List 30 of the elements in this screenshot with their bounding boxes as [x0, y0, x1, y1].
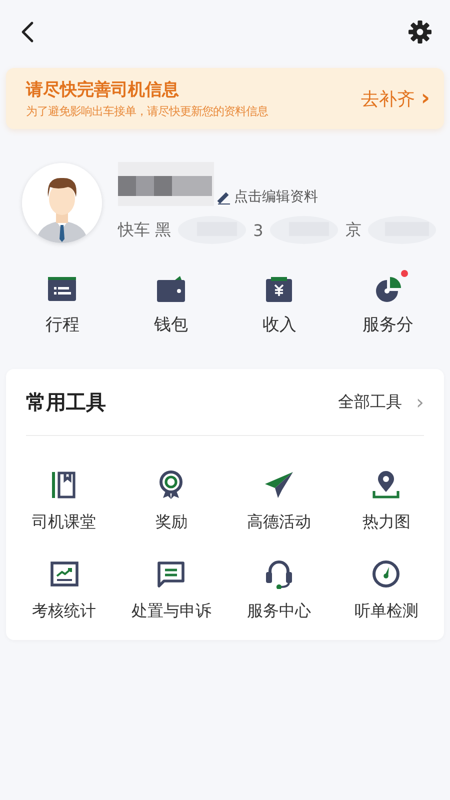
headset-icon [264, 559, 294, 589]
gauge-icon [371, 559, 402, 589]
edit-profile-link[interactable]: 点击编辑资料 [216, 188, 318, 206]
tool-button[interactable]: 热力图 [332, 470, 440, 533]
paper-plane-icon [264, 470, 294, 500]
tool-button[interactable]: 奖励 [118, 470, 225, 533]
tool-button[interactable]: 听单检测 [332, 559, 440, 622]
shortcut-button[interactable]: 服务分 [356, 269, 420, 336]
tool-button[interactable]: 考核统计 [10, 559, 118, 622]
all-tools-link[interactable]: 全部工具 › [338, 390, 424, 414]
banner-subtitle: 为了避免影响出车接单，请尽快更新您的资料信息 [26, 104, 269, 119]
back-icon[interactable] [20, 21, 36, 43]
map-pin-icon [371, 470, 402, 500]
shortcut-button[interactable]: 钱包 [148, 269, 194, 336]
section-title: 常用工具 [26, 388, 106, 416]
vehicle-info-text: 3 [253, 220, 264, 240]
chart-icon [48, 559, 79, 589]
tool-button[interactable]: 处置与申诉 [118, 559, 225, 622]
tool-button[interactable]: 司机课堂 [10, 470, 118, 533]
vehicle-info-text: 快车 黑 [118, 220, 172, 240]
wallet-icon [154, 275, 187, 305]
shortcut-button[interactable]: 收入 [256, 269, 302, 336]
vehicle-info-text: 京 [345, 220, 362, 240]
tool-button[interactable]: 服务中心 [225, 559, 332, 622]
tool-button[interactable]: 高德活动 [225, 470, 332, 533]
shortcut-button[interactable]: 行程 [39, 269, 86, 336]
pencil-icon [216, 190, 231, 204]
banner-title: 请尽快完善司机信息 [26, 79, 180, 101]
message-icon [156, 559, 186, 589]
settings-icon[interactable] [408, 20, 432, 44]
